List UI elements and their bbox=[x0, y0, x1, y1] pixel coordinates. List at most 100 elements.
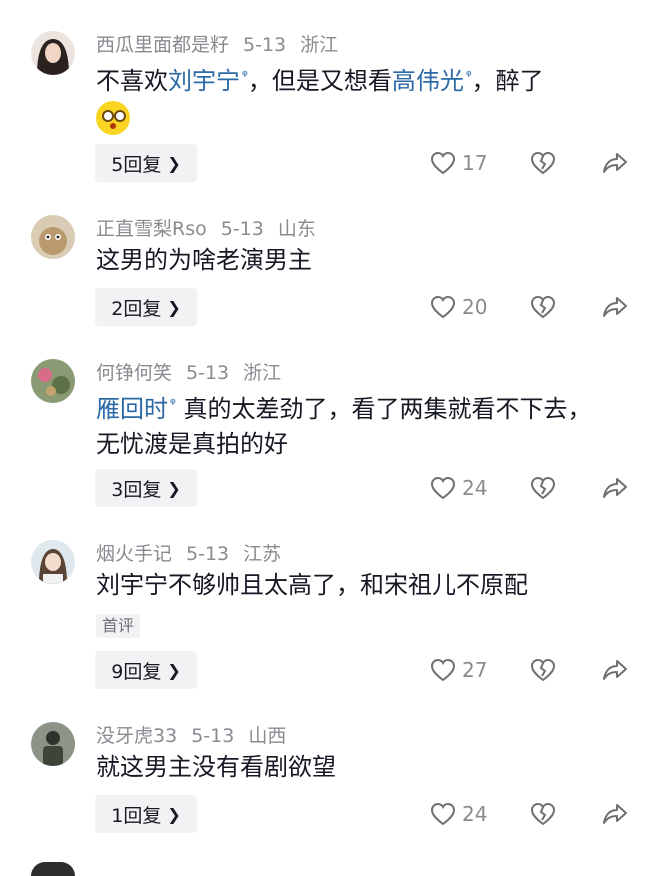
comment-location: 山西 bbox=[248, 725, 287, 747]
reply-count: 1回复 bbox=[111, 804, 162, 827]
like-button[interactable]: 24 bbox=[430, 802, 510, 826]
username[interactable]: 没牙虎33 bbox=[96, 725, 177, 747]
comment-meta: 何铮何笑 5-13 浙江 bbox=[96, 361, 295, 385]
text-segment: ，醉了 bbox=[471, 67, 544, 95]
mention-link[interactable]: 雁回时 ᵠ bbox=[96, 395, 176, 423]
broken-heart-icon bbox=[530, 151, 556, 175]
comment-text: 刘宇宁不够帅且太高了，和宋祖儿不原配 bbox=[96, 571, 528, 599]
comment-actions: 24 bbox=[430, 795, 630, 833]
like-count: 24 bbox=[462, 476, 488, 500]
avatar-image bbox=[31, 359, 75, 403]
dizzy-face-emoji-icon bbox=[96, 101, 130, 135]
comment-location: 江苏 bbox=[243, 543, 282, 565]
comment-date: 5-13 bbox=[191, 725, 235, 747]
reply-count: 2回复 bbox=[111, 297, 162, 320]
first-comment-badge: 首评 bbox=[96, 614, 141, 638]
text-segment: ，但是又想看 bbox=[247, 67, 392, 95]
like-button[interactable]: 27 bbox=[430, 658, 510, 682]
search-mark-icon: ᵠ bbox=[170, 396, 176, 412]
mention-text: 雁回时 bbox=[96, 395, 168, 423]
view-replies-button[interactable]: 9回复 ❯ bbox=[95, 651, 197, 689]
broken-heart-icon bbox=[530, 802, 556, 826]
comment-date: 5-13 bbox=[243, 34, 287, 56]
comment-meta: 烟火手记 5-13 江苏 bbox=[96, 542, 295, 566]
comment-meta: 没牙虎33 5-13 山西 bbox=[96, 724, 300, 748]
reply-count: 3回复 bbox=[111, 478, 162, 501]
avatar[interactable] bbox=[31, 215, 75, 259]
like-button[interactable]: 17 bbox=[430, 151, 510, 175]
comment-date: 5-13 bbox=[186, 362, 230, 384]
share-button[interactable] bbox=[602, 476, 630, 500]
comment-location: 浙江 bbox=[243, 362, 282, 384]
avatar-image bbox=[31, 540, 75, 584]
dislike-button[interactable] bbox=[530, 658, 558, 682]
view-replies-button[interactable]: 2回复 ❯ bbox=[95, 288, 197, 326]
share-arrow-icon bbox=[603, 660, 627, 680]
reply-count: 5回复 bbox=[111, 153, 162, 176]
mention-link[interactable]: 刘宇宁 ᵠ bbox=[168, 67, 248, 95]
mention-text: 高伟光 bbox=[391, 67, 464, 95]
dislike-button[interactable] bbox=[530, 802, 558, 826]
avatar-image bbox=[31, 31, 75, 75]
like-count: 24 bbox=[462, 802, 488, 826]
like-button[interactable]: 24 bbox=[430, 476, 510, 500]
comment-date: 5-13 bbox=[186, 543, 230, 565]
chevron-right-icon: ❯ bbox=[167, 297, 181, 317]
avatar[interactable] bbox=[31, 862, 75, 876]
comment-location: 浙江 bbox=[300, 34, 339, 56]
comment-text: 这男的为啥老演男主 bbox=[96, 246, 312, 274]
avatar-image bbox=[31, 722, 75, 766]
heart-outline-icon bbox=[430, 295, 456, 319]
avatar[interactable] bbox=[31, 359, 75, 403]
dislike-button[interactable] bbox=[530, 151, 558, 175]
share-arrow-icon bbox=[603, 153, 627, 173]
mention-link[interactable]: 高伟光 ᵠ bbox=[392, 67, 472, 95]
comment-text: 就这男主没有看剧欲望 bbox=[96, 753, 336, 781]
heart-outline-icon bbox=[430, 151, 456, 175]
avatar-image bbox=[31, 215, 75, 259]
username[interactable]: 烟火手记 bbox=[96, 543, 172, 565]
share-arrow-icon bbox=[603, 804, 627, 824]
dislike-button[interactable] bbox=[530, 476, 558, 500]
chevron-right-icon: ❯ bbox=[167, 478, 181, 498]
broken-heart-icon bbox=[530, 658, 556, 682]
heart-outline-icon bbox=[430, 802, 456, 826]
chevron-right-icon: ❯ bbox=[167, 660, 181, 680]
avatar[interactable] bbox=[31, 722, 75, 766]
share-arrow-icon bbox=[603, 478, 627, 498]
share-arrow-icon bbox=[603, 297, 627, 317]
share-button[interactable] bbox=[602, 658, 630, 682]
comment-actions: 17 bbox=[430, 144, 630, 182]
chevron-right-icon: ❯ bbox=[167, 804, 181, 824]
heart-outline-icon bbox=[430, 476, 456, 500]
comment-text: 不喜欢刘宇宁 ᵠ，但是又想看高伟光 ᵠ，醉了 bbox=[96, 59, 606, 145]
comment-location: 山东 bbox=[277, 218, 316, 240]
share-button[interactable] bbox=[602, 802, 630, 826]
avatar[interactable] bbox=[31, 31, 75, 75]
view-replies-button[interactable]: 1回复 ❯ bbox=[95, 795, 197, 833]
username[interactable]: 正直雪梨Rso bbox=[96, 218, 207, 240]
like-count: 27 bbox=[462, 658, 488, 682]
like-count: 17 bbox=[462, 151, 488, 175]
dislike-button[interactable] bbox=[530, 295, 558, 319]
share-button[interactable] bbox=[602, 151, 630, 175]
view-replies-button[interactable]: 5回复 ❯ bbox=[95, 144, 197, 182]
username[interactable]: 西瓜里面都是籽 bbox=[96, 34, 229, 56]
heart-outline-icon bbox=[430, 658, 456, 682]
view-replies-button[interactable]: 3回复 ❯ bbox=[95, 469, 197, 507]
avatar[interactable] bbox=[31, 540, 75, 584]
like-button[interactable]: 20 bbox=[430, 295, 510, 319]
comment-meta: 西瓜里面都是籽 5-13 浙江 bbox=[96, 33, 352, 57]
comment-actions: 20 bbox=[430, 288, 630, 326]
comment-text: 雁回时 ᵠ 真的太差劲了，看了两集就看不下去，无忧渡是真拍的好 bbox=[96, 387, 606, 462]
broken-heart-icon bbox=[530, 295, 556, 319]
comment-actions: 27 bbox=[430, 651, 630, 689]
comment-date: 5-13 bbox=[220, 218, 264, 240]
comment-actions: 24 bbox=[430, 469, 630, 507]
mention-text: 刘宇宁 bbox=[168, 67, 240, 95]
chevron-right-icon: ❯ bbox=[167, 153, 181, 173]
username[interactable]: 何铮何笑 bbox=[96, 362, 172, 384]
like-count: 20 bbox=[462, 295, 488, 319]
share-button[interactable] bbox=[602, 295, 630, 319]
reply-count: 9回复 bbox=[111, 660, 162, 683]
